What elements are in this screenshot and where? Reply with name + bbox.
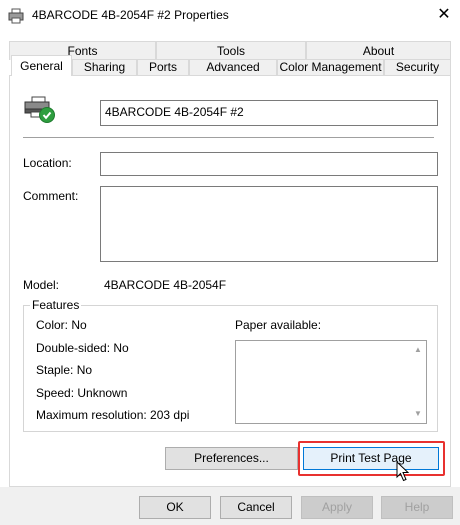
location-input[interactable]	[100, 152, 438, 176]
model-label: Model:	[23, 278, 60, 292]
divider	[23, 137, 434, 138]
tab-security[interactable]: Security	[384, 59, 451, 76]
location-label: Location:	[23, 156, 72, 170]
preferences-button[interactable]: Preferences...	[165, 447, 298, 470]
printer-icon	[8, 8, 24, 24]
cancel-button[interactable]: Cancel	[220, 496, 292, 519]
feature-color: Color: No	[36, 318, 87, 332]
tab-tools[interactable]: Tools	[156, 41, 306, 60]
tab-ports[interactable]: Ports	[137, 59, 189, 76]
title-bar[interactable]: 4BARCODE 4B-2054F #2 Properties ✕	[0, 0, 460, 31]
ok-button[interactable]: OK	[139, 496, 211, 519]
feature-double-sided: Double-sided: No	[36, 341, 129, 355]
tab-general[interactable]: General	[11, 55, 72, 76]
printer-name-field[interactable]: 4BARCODE 4B-2054F #2	[100, 100, 438, 126]
tab-color-management[interactable]: Color Management	[277, 59, 384, 76]
window-title: 4BARCODE 4B-2054F #2 Properties	[32, 8, 229, 22]
comment-textarea[interactable]	[100, 186, 438, 262]
mouse-pointer-icon	[396, 461, 410, 482]
comment-label: Comment:	[23, 189, 79, 203]
tab-advanced[interactable]: Advanced	[189, 59, 277, 76]
feature-max-resolution: Maximum resolution: 203 dpi	[36, 408, 190, 422]
paper-available-list[interactable]: ▲ ▼	[235, 340, 427, 424]
tab-about[interactable]: About	[306, 41, 451, 60]
apply-button[interactable]: Apply	[301, 496, 373, 519]
paper-available-label: Paper available:	[235, 318, 322, 332]
printer-ready-icon	[24, 96, 55, 123]
print-test-page-button[interactable]: Print Test Page	[303, 447, 439, 470]
scroll-down-icon[interactable]: ▼	[412, 408, 424, 420]
model-value: 4BARCODE 4B-2054F	[104, 278, 227, 292]
scroll-up-icon[interactable]: ▲	[412, 344, 424, 356]
tab-sharing[interactable]: Sharing	[72, 59, 137, 76]
close-button[interactable]: ✕	[428, 0, 460, 31]
feature-staple: Staple: No	[36, 363, 93, 377]
feature-speed: Speed: Unknown	[36, 386, 128, 400]
features-legend: Features	[30, 298, 82, 312]
help-button[interactable]: Help	[381, 496, 453, 519]
